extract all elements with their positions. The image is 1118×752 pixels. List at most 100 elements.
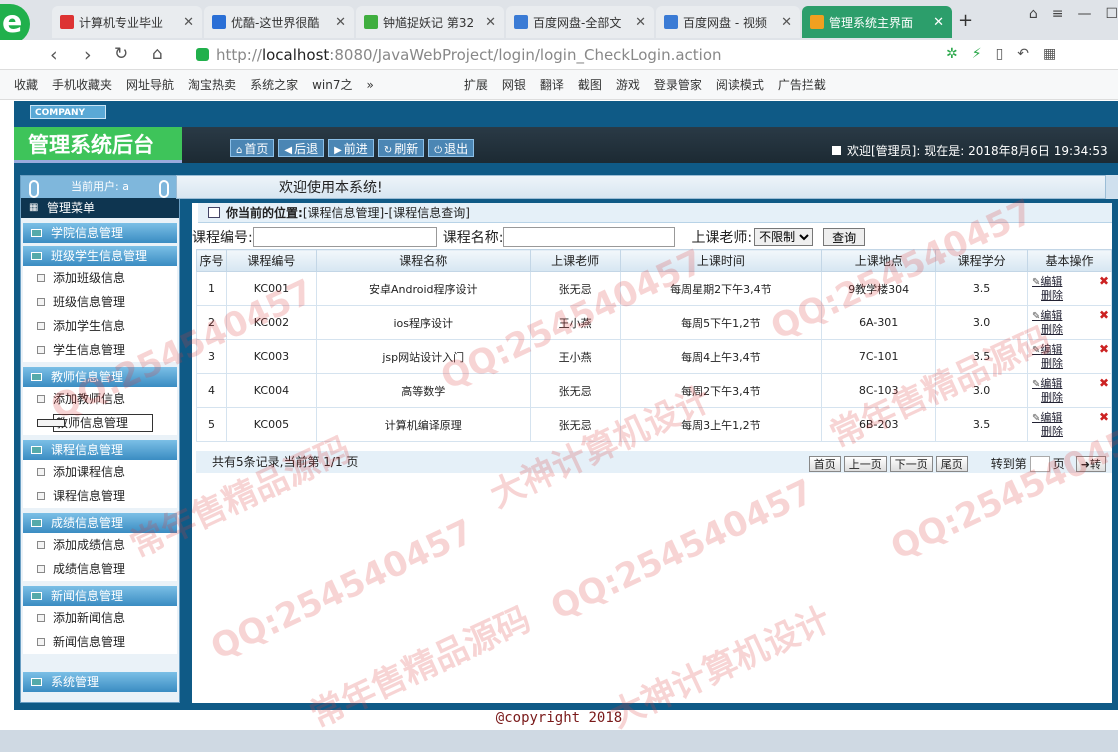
- delete-link[interactable]: 删除: [1032, 323, 1111, 336]
- next-page-button[interactable]: 下一页: [889, 456, 933, 472]
- menu-group-label: 系统管理: [51, 675, 100, 689]
- delete-icon[interactable]: ✖: [1099, 343, 1109, 356]
- table-row: 1 KC001 安卓Android程序设计 张无忌 每周星期2下午3,4节 9教学楼304…: [196, 271, 1112, 306]
- menu-item-news-manage[interactable]: 新闻信息管理: [23, 630, 177, 654]
- close-icon[interactable]: ✕: [635, 15, 646, 30]
- menu-group-system[interactable]: 系统管理: [23, 672, 177, 692]
- home-icon[interactable]: ⌂: [152, 44, 163, 64]
- cell: 3.5: [935, 339, 1029, 374]
- menu-item-add-news[interactable]: 添加新闻信息: [23, 606, 177, 630]
- bookmark-item[interactable]: 网址导航: [126, 76, 174, 93]
- close-icon[interactable]: ✕: [183, 15, 194, 30]
- close-icon[interactable]: ✕: [933, 15, 944, 30]
- speed-icon[interactable]: ✲: [946, 46, 958, 62]
- skin-icon[interactable]: ⌂: [1029, 6, 1038, 22]
- logout-button[interactable]: ⏻ 退出: [428, 139, 475, 157]
- lightning-icon[interactable]: ⚡: [972, 46, 982, 62]
- pagination-bar: 共有5条记录,当前第 1/1 页 首页 上一页 下一页 尾页 转到第 页 ➜转: [196, 451, 1112, 473]
- url-input[interactable]: http://localhost:8080/JavaWebProject/log…: [190, 43, 940, 67]
- column-header: 上课地点: [821, 249, 937, 272]
- menu-item-add-teacher[interactable]: 添加教师信息: [23, 387, 177, 411]
- goto-page-input[interactable]: [1029, 456, 1050, 472]
- maximize-icon[interactable]: ☐: [1105, 6, 1118, 22]
- welcome-text: 欢迎[管理员]: 现在是: 2018年8月6日 19:34:53: [847, 144, 1108, 158]
- logout-button-label: 退出: [444, 142, 469, 156]
- bookmark-item[interactable]: 扩展: [464, 76, 488, 93]
- undo-icon[interactable]: ↶: [1017, 46, 1029, 62]
- close-icon[interactable]: ✕: [335, 15, 346, 30]
- bookmark-item[interactable]: 阅读模式: [716, 76, 764, 93]
- menu-group-news[interactable]: 新闻信息管理: [23, 586, 177, 606]
- bookmark-item[interactable]: 游戏: [616, 76, 640, 93]
- menu-item-add-student[interactable]: 添加学生信息: [23, 314, 177, 338]
- tab-5[interactable]: 百度网盘 - 视频 ✕: [656, 6, 800, 38]
- menu-item-add-course[interactable]: 添加课程信息: [23, 460, 177, 484]
- cell: 张无忌: [529, 373, 621, 408]
- menu-item-student-manage[interactable]: 学生信息管理: [23, 338, 177, 362]
- bookmark-item[interactable]: 淘宝热卖: [188, 76, 236, 93]
- cell: 张无忌: [529, 271, 621, 306]
- panel-toggle[interactable]: [1106, 175, 1118, 199]
- tab-2[interactable]: 优酷-这世界很酷 ✕: [204, 6, 354, 38]
- bookmark-item[interactable]: 手机收藏夹: [52, 76, 112, 93]
- delete-link[interactable]: 删除: [1032, 391, 1111, 404]
- home-button[interactable]: ⌂ 首页: [230, 139, 275, 157]
- menu-item-label: 教师信息管理: [53, 414, 154, 432]
- welcome-bar-text: 欢迎使用本系统!: [279, 180, 383, 196]
- forward-button[interactable]: ▶ 前进: [328, 139, 374, 157]
- teacher-select[interactable]: 不限制: [754, 228, 814, 246]
- delete-icon[interactable]: ✖: [1099, 377, 1109, 390]
- menu-item-label: 添加学生信息: [53, 319, 126, 333]
- menu-item-label: 成绩信息管理: [53, 562, 126, 576]
- menu-item-class-manage[interactable]: 班级信息管理: [23, 290, 177, 314]
- phone-icon[interactable]: ▯: [996, 46, 1004, 62]
- menu-group-course[interactable]: 课程信息管理: [23, 440, 177, 460]
- bookmark-item[interactable]: 登录管家: [654, 76, 702, 93]
- bookmark-item[interactable]: 系统之家: [250, 76, 298, 93]
- goto-button[interactable]: ➜转: [1075, 456, 1106, 472]
- refresh-icon[interactable]: ↻: [114, 44, 128, 64]
- bookmark-item[interactable]: 网银: [502, 76, 526, 93]
- new-tab-button[interactable]: +: [958, 10, 973, 31]
- menu-group-college[interactable]: 学院信息管理: [23, 223, 177, 243]
- bookmark-item[interactable]: 收藏: [14, 76, 38, 93]
- forward-icon[interactable]: ›: [84, 44, 92, 66]
- menu-group-class-student[interactable]: 班级学生信息管理: [23, 246, 177, 266]
- menu-group-teacher[interactable]: 教师信息管理: [23, 367, 177, 387]
- back-icon[interactable]: ‹: [50, 44, 58, 66]
- tab-1[interactable]: 计算机专业毕业 ✕: [52, 6, 202, 38]
- bookmark-item[interactable]: win7之: [312, 76, 352, 93]
- tab-4[interactable]: 百度网盘-全部文 ✕: [506, 6, 654, 38]
- delete-icon[interactable]: ✖: [1099, 309, 1109, 322]
- tab-3[interactable]: 钟馗捉妖记 第32 ✕: [356, 6, 504, 38]
- bookmark-item[interactable]: 翻译: [540, 76, 564, 93]
- minimize-icon[interactable]: —: [1077, 6, 1091, 22]
- menu-item-add-class[interactable]: 添加班级信息: [23, 266, 177, 290]
- first-page-button[interactable]: 首页: [808, 456, 841, 472]
- menu-item-course-manage[interactable]: 课程信息管理: [23, 484, 177, 508]
- menu-item-add-score[interactable]: 添加成绩信息: [23, 533, 177, 557]
- menu-group-score[interactable]: 成绩信息管理: [23, 513, 177, 533]
- close-icon[interactable]: ✕: [781, 15, 792, 30]
- delete-icon[interactable]: ✖: [1099, 275, 1109, 288]
- menu-item-teacher-manage[interactable]: 教师信息管理: [23, 411, 177, 435]
- menu-icon[interactable]: ≡: [1052, 6, 1064, 22]
- delete-link[interactable]: 删除: [1032, 357, 1111, 370]
- last-page-button[interactable]: 尾页: [935, 456, 968, 472]
- delete-link[interactable]: 删除: [1032, 289, 1111, 302]
- bookmark-item[interactable]: 截图: [578, 76, 602, 93]
- course-no-input[interactable]: [252, 227, 437, 247]
- course-name-input[interactable]: [503, 227, 676, 247]
- query-button[interactable]: 查询: [823, 228, 866, 246]
- delete-link[interactable]: 删除: [1032, 425, 1111, 438]
- bookmark-more[interactable]: »: [366, 78, 373, 92]
- prev-page-button[interactable]: 上一页: [843, 456, 887, 472]
- menu-item-score-manage[interactable]: 成绩信息管理: [23, 557, 177, 581]
- grid-icon[interactable]: ▦: [1043, 46, 1056, 62]
- bookmark-item[interactable]: 广告拦截: [778, 76, 826, 93]
- delete-icon[interactable]: ✖: [1099, 411, 1109, 424]
- refresh-button[interactable]: ↻ 刷新: [377, 139, 425, 157]
- close-icon[interactable]: ✕: [485, 15, 496, 30]
- tab-6-active[interactable]: 管理系统主界面 ✕: [802, 6, 952, 38]
- back-button[interactable]: ◀ 后退: [278, 139, 325, 157]
